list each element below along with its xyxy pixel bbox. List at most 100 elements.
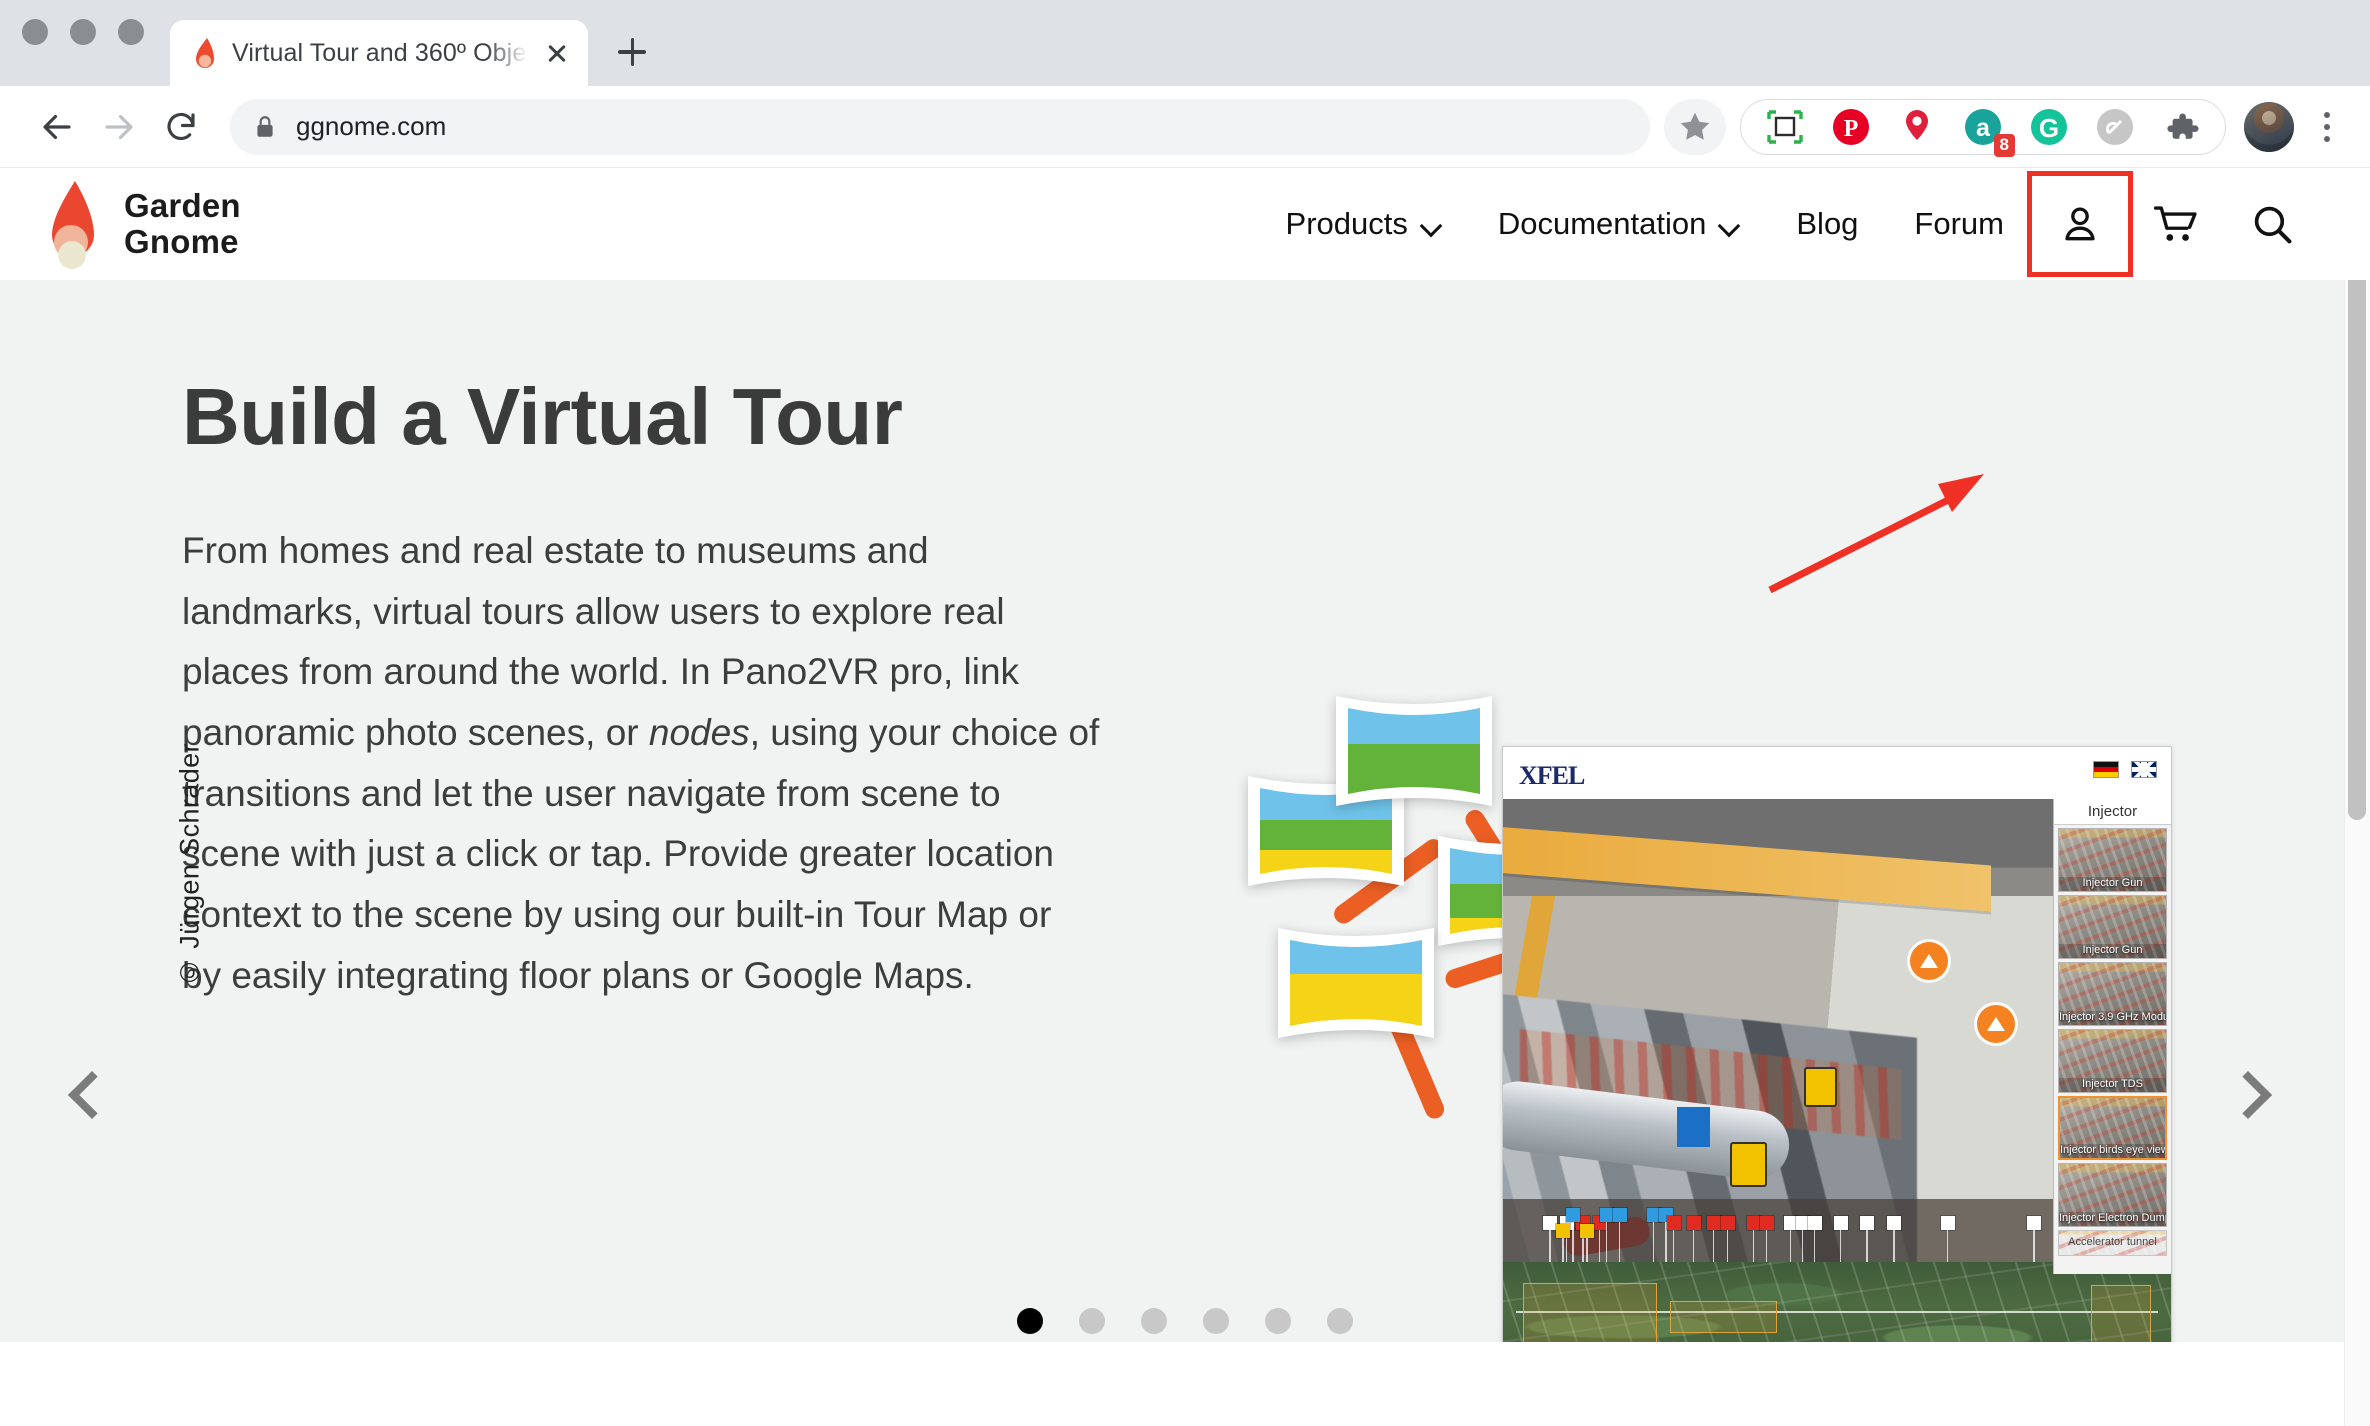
- thumbnail-label: Injector Electron Dump: [2059, 1212, 2166, 1226]
- hero-text-column: Build a Virtual Tour From homes and real…: [0, 375, 1120, 1006]
- address-bar[interactable]: ggnome.com: [230, 98, 1650, 155]
- url-text: ggnome.com: [296, 111, 447, 141]
- nav-label: Forum: [1914, 206, 2004, 241]
- forward-button[interactable]: [88, 96, 150, 158]
- carousel-dot-3[interactable]: [1141, 1308, 1167, 1334]
- close-tab-button[interactable]: [542, 38, 572, 68]
- page-scrollbar[interactable]: [2344, 168, 2370, 1426]
- blue-box-equipment: [1676, 1107, 1711, 1148]
- browser-menu-button[interactable]: [2304, 99, 2350, 155]
- amazon-assistant-extension-icon[interactable]: a 8: [1963, 107, 2015, 157]
- nav-label: Products: [1285, 206, 1408, 241]
- nav-item-blog[interactable]: Blog: [1768, 168, 1886, 280]
- maximize-window-button[interactable]: [118, 19, 144, 45]
- minimize-window-button[interactable]: [70, 19, 96, 45]
- thumbnail-label: Injector Gun: [2059, 877, 2166, 891]
- thumbnail-item[interactable]: Injector Gun: [2058, 895, 2167, 959]
- browser-tab[interactable]: Virtual Tour and 360º Object M: [170, 20, 588, 86]
- hero-body-part-2: , using your choice of transitions and l…: [182, 712, 1100, 996]
- gnome-hat-logo-icon: [44, 179, 102, 269]
- image-credit: © Jürgen Schrader: [174, 743, 205, 987]
- thumbnail-label: Injector birds eye view: [2060, 1144, 2165, 1158]
- thumbnail-item-selected[interactable]: Injector birds eye view: [2058, 1096, 2167, 1160]
- site-header: Garden Gnome Products Documentation Blog: [0, 168, 2370, 280]
- thumbnail-item[interactable]: Injector 3.9 GHz Modul: [2058, 962, 2167, 1026]
- carousel-dot-5[interactable]: [1265, 1308, 1291, 1334]
- evernote-web-clipper-extension-icon[interactable]: [2095, 107, 2135, 147]
- thumbnail-label: Accelerator tunnel: [2068, 1236, 2157, 1248]
- site-logo[interactable]: Garden Gnome: [44, 179, 241, 269]
- logo-line-2: Gnome: [124, 223, 239, 260]
- extensions-toolbar: P a 8 G: [1740, 98, 2226, 157]
- extensions-puzzle-icon[interactable]: [2161, 107, 2201, 147]
- page-title: Build a Virtual Tour: [182, 372, 903, 461]
- thumbnail-label: Injector 3.9 GHz Modul: [2059, 1011, 2166, 1025]
- hotspot-arrow-up-icon[interactable]: [1910, 941, 1949, 980]
- cart-icon[interactable]: [2128, 176, 2224, 272]
- svg-text:G: G: [2039, 113, 2059, 143]
- hero-description: From homes and real estate to museums an…: [182, 521, 1100, 1006]
- thumbnail-item[interactable]: Injector Gun: [2058, 828, 2167, 892]
- node-card[interactable]: [1330, 690, 1498, 812]
- carousel-dot-4[interactable]: [1203, 1308, 1229, 1334]
- back-button[interactable]: [26, 96, 88, 158]
- profile-avatar[interactable]: [2244, 101, 2294, 152]
- lock-icon: [257, 115, 273, 137]
- node-card[interactable]: [1272, 922, 1440, 1044]
- search-icon[interactable]: [2224, 176, 2320, 272]
- browser-window: Virtual Tour and 360º Object M ggnome.co…: [0, 0, 2370, 1426]
- nav-label: Documentation: [1497, 206, 1707, 241]
- main-navigation: Products Documentation Blog Forum: [1258, 168, 2370, 280]
- thumbnail-item[interactable]: Injector TDS: [2058, 1029, 2167, 1093]
- carousel-dot-1[interactable]: [1017, 1308, 1043, 1334]
- logo-text: Garden Gnome: [124, 188, 241, 259]
- thumbnail-label: Injector TDS: [2059, 1078, 2166, 1092]
- xfel-brand-label: XFEL: [1519, 761, 1585, 790]
- warning-sign: [1730, 1141, 1767, 1188]
- nav-item-products[interactable]: Products: [1258, 168, 1470, 280]
- location-pin-extension-icon[interactable]: [1897, 107, 1937, 147]
- thumbnail-item[interactable]: Injector Electron Dump: [2058, 1163, 2167, 1227]
- previous-slide-button[interactable]: [52, 1060, 122, 1130]
- hero-body-italic: nodes: [648, 712, 750, 754]
- grammarly-extension-icon[interactable]: G: [2029, 107, 2069, 147]
- panorama-viewer-window: XFEL Injector Injector Gun Injector Gun …: [1502, 746, 2172, 1371]
- warning-sign: [1803, 1067, 1837, 1108]
- browser-toolbar: ggnome.com P a 8 G: [0, 86, 2370, 168]
- chevron-left-icon: [67, 1070, 117, 1120]
- tab-favicon-icon: [192, 38, 218, 68]
- screenshot-capture-extension-icon[interactable]: [1765, 107, 1805, 147]
- viewer-topbar: XFEL: [1503, 747, 2171, 799]
- hotspot-arrow-up-icon[interactable]: [1977, 1004, 2016, 1043]
- tab-strip: Virtual Tour and 360º Object M: [0, 0, 2370, 86]
- page-bottom-section: [0, 1342, 2370, 1426]
- thumbnail-group-header: Injector: [2054, 799, 2171, 825]
- svg-text:a: a: [1976, 114, 1991, 142]
- pinterest-extension-icon[interactable]: P: [1831, 107, 1871, 147]
- close-window-button[interactable]: [22, 19, 48, 45]
- chevron-down-icon: [1720, 218, 1740, 230]
- chevron-down-icon: [1422, 218, 1442, 230]
- thumbnail-label: Injector Gun: [2059, 944, 2166, 958]
- new-tab-button[interactable]: [604, 24, 660, 80]
- nav-item-documentation[interactable]: Documentation: [1470, 168, 1769, 280]
- nav-label: Blog: [1796, 206, 1859, 241]
- language-flags: [2093, 761, 2157, 778]
- nav-item-forum[interactable]: Forum: [1886, 168, 2032, 280]
- carousel-pagination: [0, 1308, 2370, 1334]
- tab-title: Virtual Tour and 360º Object M: [232, 38, 528, 67]
- svg-text:P: P: [1844, 116, 1859, 142]
- extension-badge-count: 8: [1993, 134, 2015, 157]
- thumbnail-item[interactable]: Accelerator tunnel: [2058, 1230, 2167, 1256]
- carousel-dot-6[interactable]: [1327, 1308, 1353, 1334]
- carousel-dot-2[interactable]: [1079, 1308, 1105, 1334]
- reload-button[interactable]: [150, 96, 212, 158]
- page-viewport: Garden Gnome Products Documentation Blog: [0, 168, 2370, 1426]
- logo-line-1: Garden: [124, 187, 241, 225]
- account-icon[interactable]: [2027, 171, 2133, 277]
- flag-united-kingdom-icon[interactable]: [2131, 761, 2157, 778]
- thumbnail-rail[interactable]: Injector Injector Gun Injector Gun Injec…: [2053, 799, 2171, 1274]
- star-icon: [1680, 112, 1710, 140]
- bookmark-button[interactable]: [1664, 98, 1726, 155]
- flag-germany-icon[interactable]: [2093, 761, 2119, 778]
